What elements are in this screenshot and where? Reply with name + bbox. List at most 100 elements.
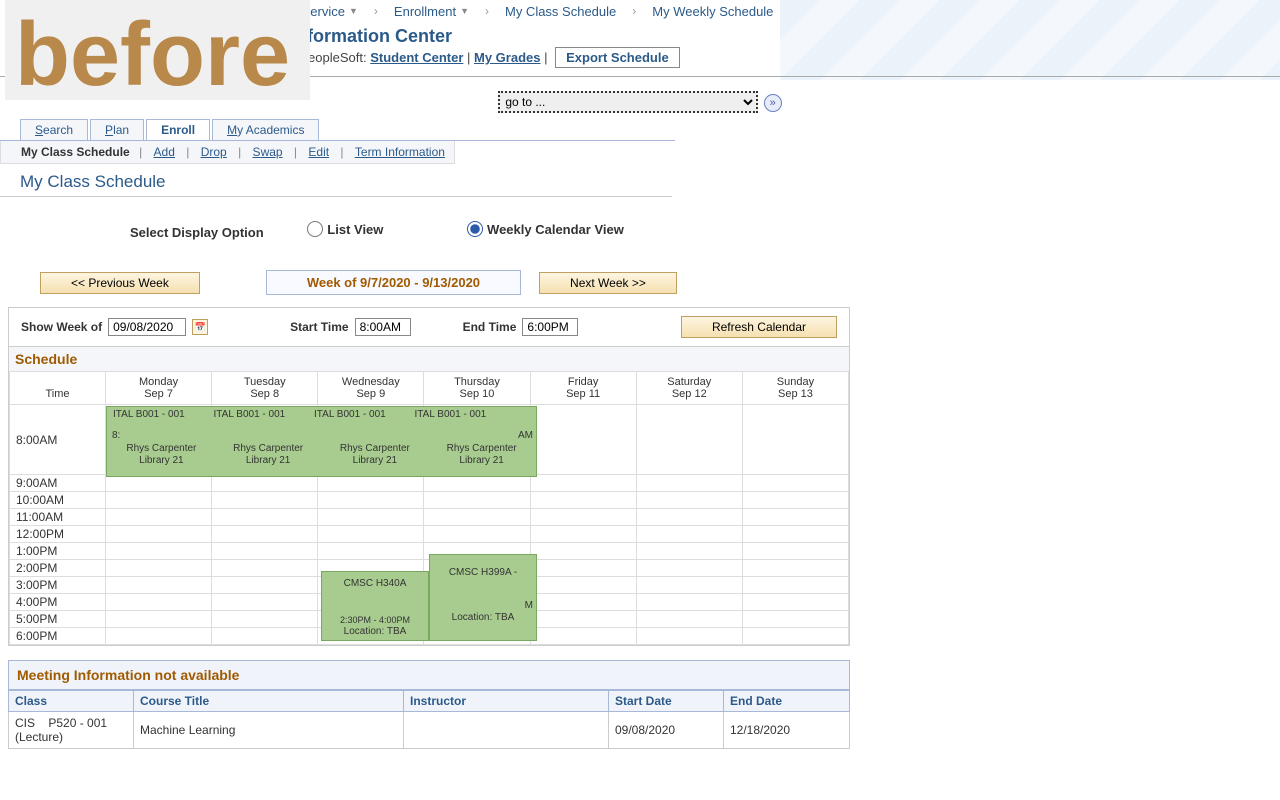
event-cmsc340[interactable]: CMSC H340A 2:30PM - 4:00PM Location: TBA (321, 571, 429, 641)
calendar-cell (636, 560, 742, 577)
nav-my-class-schedule[interactable]: My Class Schedule (493, 1, 628, 22)
th-thu: ThursdaySep 10 (424, 372, 530, 405)
calendar-cell (424, 526, 530, 543)
chevron-right-icon: › (481, 4, 493, 18)
caret-icon: ▼ (349, 6, 358, 16)
radio-weekly-view[interactable] (467, 221, 483, 237)
calendar-cell (212, 509, 318, 526)
time-cell: 10:00AM (10, 492, 106, 509)
start-time-label: Start Time (290, 320, 348, 334)
th-mon: MondaySep 7 (106, 372, 212, 405)
th-time: Time (10, 372, 106, 405)
page-title: My Class Schedule (0, 164, 672, 197)
calendar-cell (530, 594, 636, 611)
subnav-add[interactable]: Add (152, 145, 177, 159)
calendar-cell (742, 577, 848, 594)
calendar-cell (636, 594, 742, 611)
calendar-cell (212, 492, 318, 509)
hour-row: 9:00AM (10, 475, 849, 492)
show-week-input[interactable] (108, 318, 186, 336)
calendar-cell (530, 560, 636, 577)
time-cell: 8:00AM (10, 405, 106, 475)
th-wed: WednesdaySep 9 (318, 372, 424, 405)
calendar-cell (106, 594, 212, 611)
calendar-cell (212, 543, 318, 560)
subnav-drop[interactable]: Drop (199, 145, 229, 159)
time-cell: 12:00PM (10, 526, 106, 543)
calendar-cell (530, 509, 636, 526)
th-class: Class (9, 691, 134, 712)
prev-week-button[interactable]: << Previous Week (40, 272, 200, 294)
cell-end: 12/18/2020 (724, 712, 850, 749)
cell-instructor (404, 712, 609, 749)
subnav-term[interactable]: Term Information (353, 145, 447, 159)
next-week-button[interactable]: Next Week >> (539, 272, 677, 294)
calendar-cell (742, 628, 848, 645)
calendar-cell (424, 492, 530, 509)
calendar-cell (318, 509, 424, 526)
event-ital-header[interactable]: ITAL B001 - 001 ITAL B001 - 001 ITAL B00… (106, 406, 537, 418)
subnav-swap[interactable]: Swap (251, 145, 285, 159)
event-cmsc399[interactable]: CMSC H399A - M Location: TBA (429, 554, 537, 641)
cell-start: 09/08/2020 (609, 712, 724, 749)
chevron-right-icon: › (628, 4, 640, 18)
calendar-cell (742, 594, 848, 611)
link-my-grades[interactable]: My Grades (474, 50, 540, 65)
calendar-cell (742, 475, 848, 492)
caret-icon: ▼ (460, 6, 469, 16)
refresh-calendar-button[interactable]: Refresh Calendar (681, 316, 837, 338)
link-student-center[interactable]: Student Center (370, 50, 463, 65)
subnav-edit[interactable]: Edit (306, 145, 331, 159)
export-schedule-button[interactable]: Export Schedule (555, 47, 680, 68)
nav-enrollment[interactable]: Enrollment▼ (382, 1, 481, 22)
calendar-cell (636, 543, 742, 560)
calendar-cell (636, 577, 742, 594)
cell-title: Machine Learning (134, 712, 404, 749)
calendar-cell (106, 526, 212, 543)
th-end-date: End Date (724, 691, 850, 712)
calendar-cell (530, 526, 636, 543)
calendar-cell (212, 526, 318, 543)
calendar-cell (636, 475, 742, 492)
calendar-cell (636, 611, 742, 628)
page-header-sub: ed by PrettyPeopleSoft: Student Center |… (230, 47, 1280, 68)
go-arrow-icon[interactable]: » (764, 94, 782, 112)
calendar-cell (318, 492, 424, 509)
calendar-cell (636, 526, 742, 543)
radio-list-view[interactable] (307, 221, 323, 237)
nav-my-weekly-schedule[interactable]: My Weekly Schedule (640, 1, 785, 22)
event-time-frag: AM (518, 430, 533, 443)
th-course-title: Course Title (134, 691, 404, 712)
calendar-cell (530, 492, 636, 509)
calendar-cell (212, 628, 318, 645)
meeting-info-table: Class Course Title Instructor Start Date… (8, 690, 850, 749)
event-ital-body[interactable]: 8: AM Rhys CarpenterLibrary 21 Rhys Carp… (106, 418, 537, 477)
tab-my-academics[interactable]: My Academics (212, 119, 319, 140)
calendar-cell (106, 611, 212, 628)
calendar-cell (212, 577, 318, 594)
goto-select[interactable]: go to ... (498, 91, 758, 113)
th-fri: FridaySep 11 (530, 372, 636, 405)
end-time-input[interactable] (522, 318, 578, 336)
subnav-current: My Class Schedule (21, 145, 130, 159)
th-sat: SaturdaySep 12 (636, 372, 742, 405)
th-instructor: Instructor (404, 691, 609, 712)
time-cell: 9:00AM (10, 475, 106, 492)
tab-enroll[interactable]: Enroll (146, 119, 210, 140)
calendar-cell (106, 628, 212, 645)
tab-plan[interactable]: Plan (90, 119, 144, 140)
calendar-cell (530, 543, 636, 560)
schedule-title: Schedule (9, 346, 849, 371)
time-cell: 3:00PM (10, 577, 106, 594)
calendar-cell (318, 475, 424, 492)
time-cell: 2:00PM (10, 560, 106, 577)
week-label: Week of 9/7/2020 - 9/13/2020 (266, 270, 521, 295)
tab-search[interactable]: Search (20, 119, 88, 140)
calendar-cell (424, 475, 530, 492)
start-time-input[interactable] (355, 318, 411, 336)
chevron-right-icon: › (370, 4, 382, 18)
time-cell: 11:00AM (10, 509, 106, 526)
calendar-icon[interactable]: 📅 (192, 319, 208, 335)
calendar-panel: Show Week of 📅 Start Time End Time Refre… (8, 307, 850, 646)
calendar-cell (212, 560, 318, 577)
